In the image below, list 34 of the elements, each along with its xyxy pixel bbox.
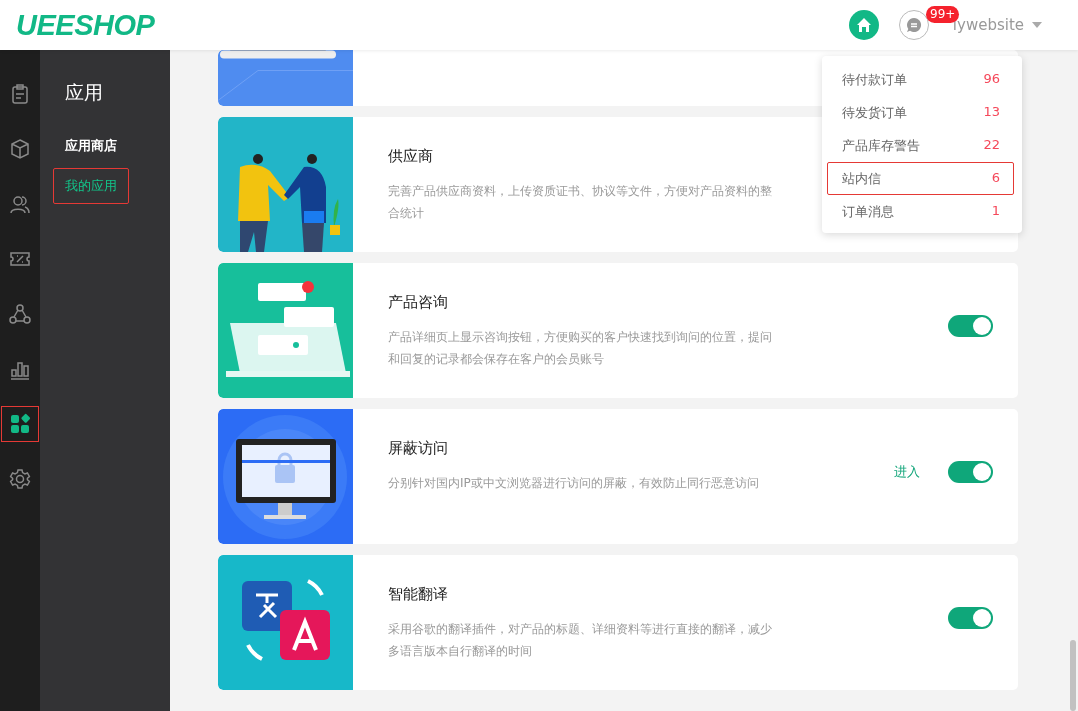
toggle-switch[interactable] (948, 606, 993, 629)
caret-icon (1032, 22, 1042, 28)
subnav-item[interactable]: 应用商店 (53, 128, 129, 164)
apps-icon[interactable] (1, 406, 39, 442)
app-description: 采用谷歌的翻译插件，对产品的标题、详细资料等进行直接的翻译，减少多语言版本自行翻译的时间 (388, 621, 773, 660)
item-label: 待发货订单 (842, 104, 907, 122)
dropdown-item[interactable]: 订单消息 1 (827, 195, 1014, 228)
dropdown-item[interactable]: 站内信 6 (827, 162, 1014, 195)
app-description: 分别针对国内IP或中文浏览器进行访问的屏蔽，有效防止同行恶意访问 (388, 475, 760, 492)
dropdown-item[interactable]: 待付款订单 96 (827, 63, 1014, 96)
app-title: 屏蔽访问 (388, 439, 449, 458)
app-description: 完善产品供应商资料，上传资质证书、协议等文件，方便对产品资料的整合统计 (388, 183, 773, 222)
item-count: 22 (983, 137, 1000, 154)
toggle-switch[interactable] (948, 314, 993, 337)
item-count: 1 (991, 203, 1000, 220)
item-label: 站内信 (842, 170, 881, 188)
item-label: 产品库存警告 (842, 137, 920, 155)
item-label: 待付款订单 (842, 71, 907, 89)
dropdown-item[interactable]: 待发货订单 13 (827, 96, 1014, 129)
app-title: 智能翻译 (388, 585, 449, 604)
app-description: 产品详细页上显示咨询按钮，方便购买的客户快速找到询问的位置，提问和回复的记录都会保存在客户的会员账号 (388, 329, 773, 368)
item-count: 6 (991, 170, 1000, 187)
subnav-item[interactable]: 我的应用 (53, 168, 129, 204)
home-icon[interactable] (848, 10, 879, 40)
section-title: 应用 (65, 80, 104, 105)
item-count: 96 (983, 71, 1000, 88)
enter-link[interactable]: 进入 (894, 462, 920, 481)
item-label: 订单消息 (842, 203, 894, 221)
app-title: 产品咨询 (388, 293, 449, 312)
scrollbar[interactable] (1070, 640, 1076, 711)
toggle-switch[interactable] (948, 460, 993, 483)
dropdown-item[interactable]: 产品库存警告 22 (827, 129, 1014, 162)
app-title: 供应商 (388, 147, 434, 166)
item-count: 13 (983, 104, 1000, 121)
